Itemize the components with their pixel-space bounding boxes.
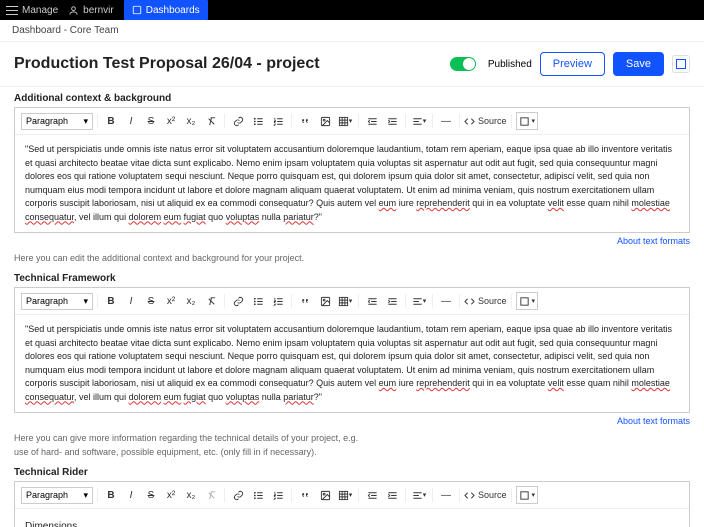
text-formats-link[interactable]: About text formats	[14, 413, 690, 429]
clear-format-button[interactable]	[202, 112, 220, 130]
publish-label: Published	[488, 59, 532, 70]
number-list-button[interactable]	[269, 112, 287, 130]
chevron-down-icon: ▾	[83, 116, 88, 127]
hr-button[interactable]: —	[437, 112, 455, 130]
indent-button[interactable]	[383, 112, 401, 130]
page-header: Production Test Proposal 26/04 - project…	[0, 42, 704, 87]
preview-button[interactable]: Preview	[540, 52, 605, 76]
editor-context: Paragraph▾ B I S x² x₂ ▾ ▾ — Source	[14, 107, 690, 233]
toolbar: Paragraph▾ B I S x² x₂ ▾ ▾ — Source	[15, 108, 689, 135]
bold-button[interactable]: B	[102, 112, 120, 130]
section-label-context: Additional context & background	[14, 87, 690, 107]
align-button[interactable]: ▾	[410, 292, 428, 310]
clear-format-button[interactable]	[202, 486, 220, 504]
editor-body-context[interactable]: "Sed ut perspiciatis unde omnis iste nat…	[15, 135, 689, 232]
section-label-tech: Technical Framework	[14, 267, 690, 287]
strike-button[interactable]: S	[142, 292, 160, 310]
format-select[interactable]: Paragraph▾	[21, 113, 93, 130]
text-formats-link[interactable]: About text formats	[14, 233, 690, 249]
link-button[interactable]	[229, 292, 247, 310]
admin-topbar: Manage bernvir Dashboards	[0, 0, 704, 20]
format-select[interactable]: Paragraph▾	[21, 293, 93, 310]
indent-button[interactable]	[383, 292, 401, 310]
source-button[interactable]: Source	[464, 112, 507, 130]
user-label: bernvir	[83, 5, 114, 16]
manage-menu[interactable]: Manage	[6, 4, 58, 16]
more-button[interactable]: ▾	[516, 292, 539, 310]
user-menu[interactable]: bernvir	[68, 5, 114, 16]
italic-button[interactable]: I	[122, 292, 140, 310]
user-icon	[68, 5, 79, 16]
outdent-button[interactable]	[363, 486, 381, 504]
image-button[interactable]	[316, 486, 334, 504]
breadcrumb: Dashboard - Core Team	[0, 20, 704, 42]
subscript-button[interactable]: x₂	[182, 292, 200, 310]
sidebar-toggle-icon[interactable]	[672, 55, 690, 73]
hamburger-icon	[6, 4, 18, 16]
editor-body-rider[interactable]: Dimensions Weight Materials Tech Product…	[15, 509, 689, 527]
superscript-button[interactable]: x²	[162, 486, 180, 504]
bullet-list-button[interactable]	[249, 292, 267, 310]
number-list-button[interactable]	[269, 292, 287, 310]
link-button[interactable]	[229, 486, 247, 504]
source-button[interactable]: Source	[464, 292, 507, 310]
quote-button[interactable]	[296, 486, 314, 504]
link-button[interactable]	[229, 112, 247, 130]
source-button[interactable]: Source	[464, 486, 507, 504]
strike-button[interactable]: S	[142, 486, 160, 504]
hr-button[interactable]: —	[437, 486, 455, 504]
bold-button[interactable]: B	[102, 292, 120, 310]
number-list-button[interactable]	[269, 486, 287, 504]
image-button[interactable]	[316, 112, 334, 130]
page-title: Production Test Proposal 26/04 - project	[14, 55, 442, 73]
save-button[interactable]: Save	[613, 52, 664, 76]
table-button[interactable]: ▾	[336, 486, 354, 504]
format-select[interactable]: Paragraph▾	[21, 487, 93, 504]
chevron-down-icon: ▾	[83, 490, 88, 501]
help-tech-2: use of hard- and software, possible equi…	[14, 447, 690, 461]
help-context: Here you can edit the additional context…	[14, 249, 690, 267]
quote-button[interactable]	[296, 292, 314, 310]
superscript-button[interactable]: x²	[162, 292, 180, 310]
strike-button[interactable]: S	[142, 112, 160, 130]
indent-button[interactable]	[383, 486, 401, 504]
italic-button[interactable]: I	[122, 112, 140, 130]
publish-toggle[interactable]	[450, 57, 476, 71]
align-button[interactable]: ▾	[410, 112, 428, 130]
bullet-list-button[interactable]	[249, 486, 267, 504]
subscript-button[interactable]: x₂	[182, 112, 200, 130]
bullet-list-button[interactable]	[249, 112, 267, 130]
clear-format-button[interactable]	[202, 292, 220, 310]
outdent-button[interactable]	[363, 112, 381, 130]
help-tech-1: Here you can give more information regar…	[14, 429, 690, 447]
editor-rider: Paragraph▾ B I S x² x₂ ▾ ▾ — Source	[14, 481, 690, 527]
dashboard-icon	[132, 5, 142, 15]
more-button[interactable]: ▾	[516, 486, 539, 504]
manage-label: Manage	[22, 5, 58, 16]
quote-button[interactable]	[296, 112, 314, 130]
italic-button[interactable]: I	[122, 486, 140, 504]
dashboards-label: Dashboards	[146, 5, 200, 16]
toolbar-3: Paragraph▾ B I S x² x₂ ▾ ▾ — Source	[15, 482, 689, 509]
section-label-rider: Technical Rider	[14, 461, 690, 481]
outdent-button[interactable]	[363, 292, 381, 310]
toolbar-2: Paragraph▾ B I S x² x₂ ▾ ▾ — Source	[15, 288, 689, 315]
editor-body-tech[interactable]: "Sed ut perspiciatis unde omnis iste nat…	[15, 315, 689, 412]
image-button[interactable]	[316, 292, 334, 310]
more-button[interactable]: ▾	[516, 112, 539, 130]
subscript-button[interactable]: x₂	[182, 486, 200, 504]
form-content: Additional context & background Paragrap…	[0, 87, 704, 527]
rider-dimensions: Dimensions	[25, 513, 679, 527]
superscript-button[interactable]: x²	[162, 112, 180, 130]
hr-button[interactable]: —	[437, 292, 455, 310]
table-button[interactable]: ▾	[336, 112, 354, 130]
bold-button[interactable]: B	[102, 486, 120, 504]
align-button[interactable]: ▾	[410, 486, 428, 504]
dashboards-tab[interactable]: Dashboards	[124, 0, 208, 20]
editor-tech: Paragraph▾ B I S x² x₂ ▾ ▾ — Source	[14, 287, 690, 413]
chevron-down-icon: ▾	[83, 296, 88, 307]
table-button[interactable]: ▾	[336, 292, 354, 310]
